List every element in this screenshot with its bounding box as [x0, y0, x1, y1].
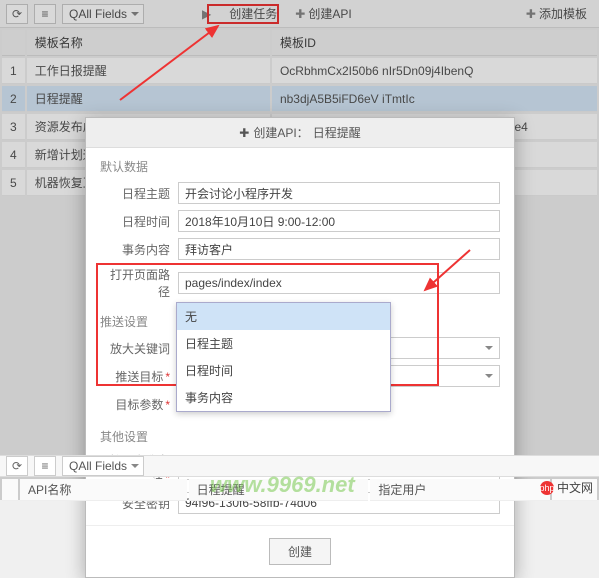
subject-input[interactable] — [178, 182, 500, 204]
search-field-select[interactable]: Q All Fields — [62, 456, 144, 476]
label-subject: 日程主题 — [100, 185, 170, 202]
time-input[interactable] — [178, 210, 500, 232]
col-user: 指定用户 — [370, 479, 550, 501]
plus-icon: ✚ — [239, 126, 249, 140]
label-page: 打开页面路径 — [100, 266, 170, 300]
target-dropdown: 无 日程主题 日程时间 事务内容 — [176, 302, 391, 412]
dropdown-option[interactable]: 事务内容 — [177, 384, 390, 411]
label-target: 推送目标 — [115, 370, 163, 384]
dropdown-option[interactable]: 日程主题 — [177, 330, 390, 357]
content-input[interactable] — [178, 238, 500, 260]
site-logo: php中文网 — [540, 479, 593, 496]
bottom-toolbar: ⟳ ≡ Q All Fields — [0, 455, 599, 477]
create-button[interactable]: 创建 — [269, 538, 331, 565]
section-default-data: 默认数据 — [86, 148, 514, 179]
api-table: API名称日程提醒指定用户 — [0, 477, 599, 503]
modal-title-name: 日程提醒 — [313, 124, 361, 141]
modal-title-prefix: 创建API： — [253, 124, 308, 141]
list-button[interactable]: ≡ — [34, 456, 56, 476]
dropdown-option[interactable]: 日程时间 — [177, 357, 390, 384]
label-time: 日程时间 — [100, 213, 170, 230]
refresh-button[interactable]: ⟳ — [6, 456, 28, 476]
logo-text: 中文网 — [557, 479, 593, 496]
label-keyword: 放大关键词 — [100, 340, 170, 357]
col-template: 日程提醒 — [189, 479, 369, 501]
logo-badge: php — [540, 481, 554, 495]
label-param: 目标参数 — [115, 398, 163, 412]
modal-header: ✚ 创建API： 日程提醒 — [86, 118, 514, 148]
section-other: 其他设置 — [86, 418, 514, 449]
label-content: 事务内容 — [100, 241, 170, 258]
dropdown-option[interactable]: 无 — [177, 303, 390, 330]
col-api-name: API名称 — [20, 479, 187, 501]
page-input[interactable] — [178, 272, 500, 294]
